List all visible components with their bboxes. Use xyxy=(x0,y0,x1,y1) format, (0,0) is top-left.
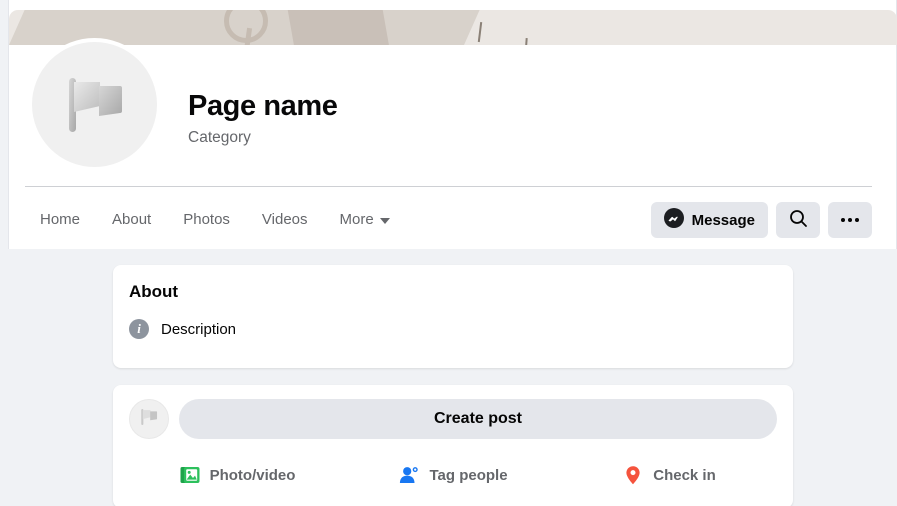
message-button[interactable]: Message xyxy=(650,202,768,238)
chevron-down-icon xyxy=(379,218,390,224)
tag-people-button[interactable]: Tag people xyxy=(345,458,561,492)
search-icon xyxy=(789,209,808,231)
facebook-page-root: Page name Category Home About Photos Vid… xyxy=(0,0,897,506)
nav-tab-label: About xyxy=(112,211,152,228)
info-icon: i xyxy=(129,319,149,339)
nav-tab-label: More xyxy=(339,211,374,228)
composer-row: Create post xyxy=(129,399,777,439)
nav-actions: Message xyxy=(650,202,872,238)
nav-tab-photos[interactable]: Photos xyxy=(168,200,245,240)
ellipsis-icon xyxy=(841,218,859,222)
page-identity: Page name Category xyxy=(188,89,708,148)
messenger-icon xyxy=(663,208,684,232)
photo-video-button[interactable]: Photo/video xyxy=(129,458,345,492)
header-divider xyxy=(25,186,872,187)
flag-placeholder-icon xyxy=(138,406,160,433)
tag-people-label: Tag people xyxy=(429,466,508,484)
avatar[interactable] xyxy=(28,38,161,171)
check-in-label: Check in xyxy=(653,466,716,484)
nav-tab-home[interactable]: Home xyxy=(25,200,95,240)
content-column: About i Description Create post Photo/vi… xyxy=(113,265,793,506)
message-button-label: Message xyxy=(691,211,755,229)
about-description-text: Description xyxy=(161,320,237,338)
flag-placeholder-icon xyxy=(58,68,132,142)
create-post-placeholder: Create post xyxy=(433,410,523,427)
nav-tab-label: Videos xyxy=(261,211,308,228)
nav-tab-about[interactable]: About xyxy=(97,200,166,240)
nav-tab-label: Home xyxy=(40,211,81,228)
cover-photo[interactable] xyxy=(9,10,897,45)
about-description-row[interactable]: i Description xyxy=(129,319,777,339)
cover-shape-block xyxy=(287,10,390,45)
create-post-card: Create post Photo/video Tag people Check… xyxy=(113,385,793,506)
photo-video-icon xyxy=(179,464,201,486)
photo-video-label: Photo/video xyxy=(209,466,296,484)
composer-actions-row: Photo/video Tag people Check in xyxy=(129,458,777,492)
composer-avatar[interactable] xyxy=(129,399,169,439)
nav-tab-label: Photos xyxy=(183,211,230,228)
create-post-input[interactable]: Create post xyxy=(179,399,777,439)
cover-shape-line-left xyxy=(477,21,482,43)
tag-people-icon xyxy=(398,464,420,486)
nav-tab-videos[interactable]: Videos xyxy=(247,200,323,240)
page-category: Category xyxy=(188,129,251,146)
location-pin-icon xyxy=(622,464,644,486)
page-title: Page name xyxy=(188,90,338,122)
search-button[interactable] xyxy=(776,202,820,238)
about-card: About i Description xyxy=(113,265,793,368)
page-navbar: Home About Photos Videos More Message xyxy=(25,196,872,244)
nav-tabs: Home About Photos Videos More xyxy=(25,200,405,240)
check-in-button[interactable]: Check in xyxy=(561,458,777,492)
about-card-heading: About xyxy=(129,282,179,301)
nav-tab-more[interactable]: More xyxy=(325,200,405,240)
more-options-button[interactable] xyxy=(828,202,872,238)
cover-shape-line-right xyxy=(524,37,528,45)
